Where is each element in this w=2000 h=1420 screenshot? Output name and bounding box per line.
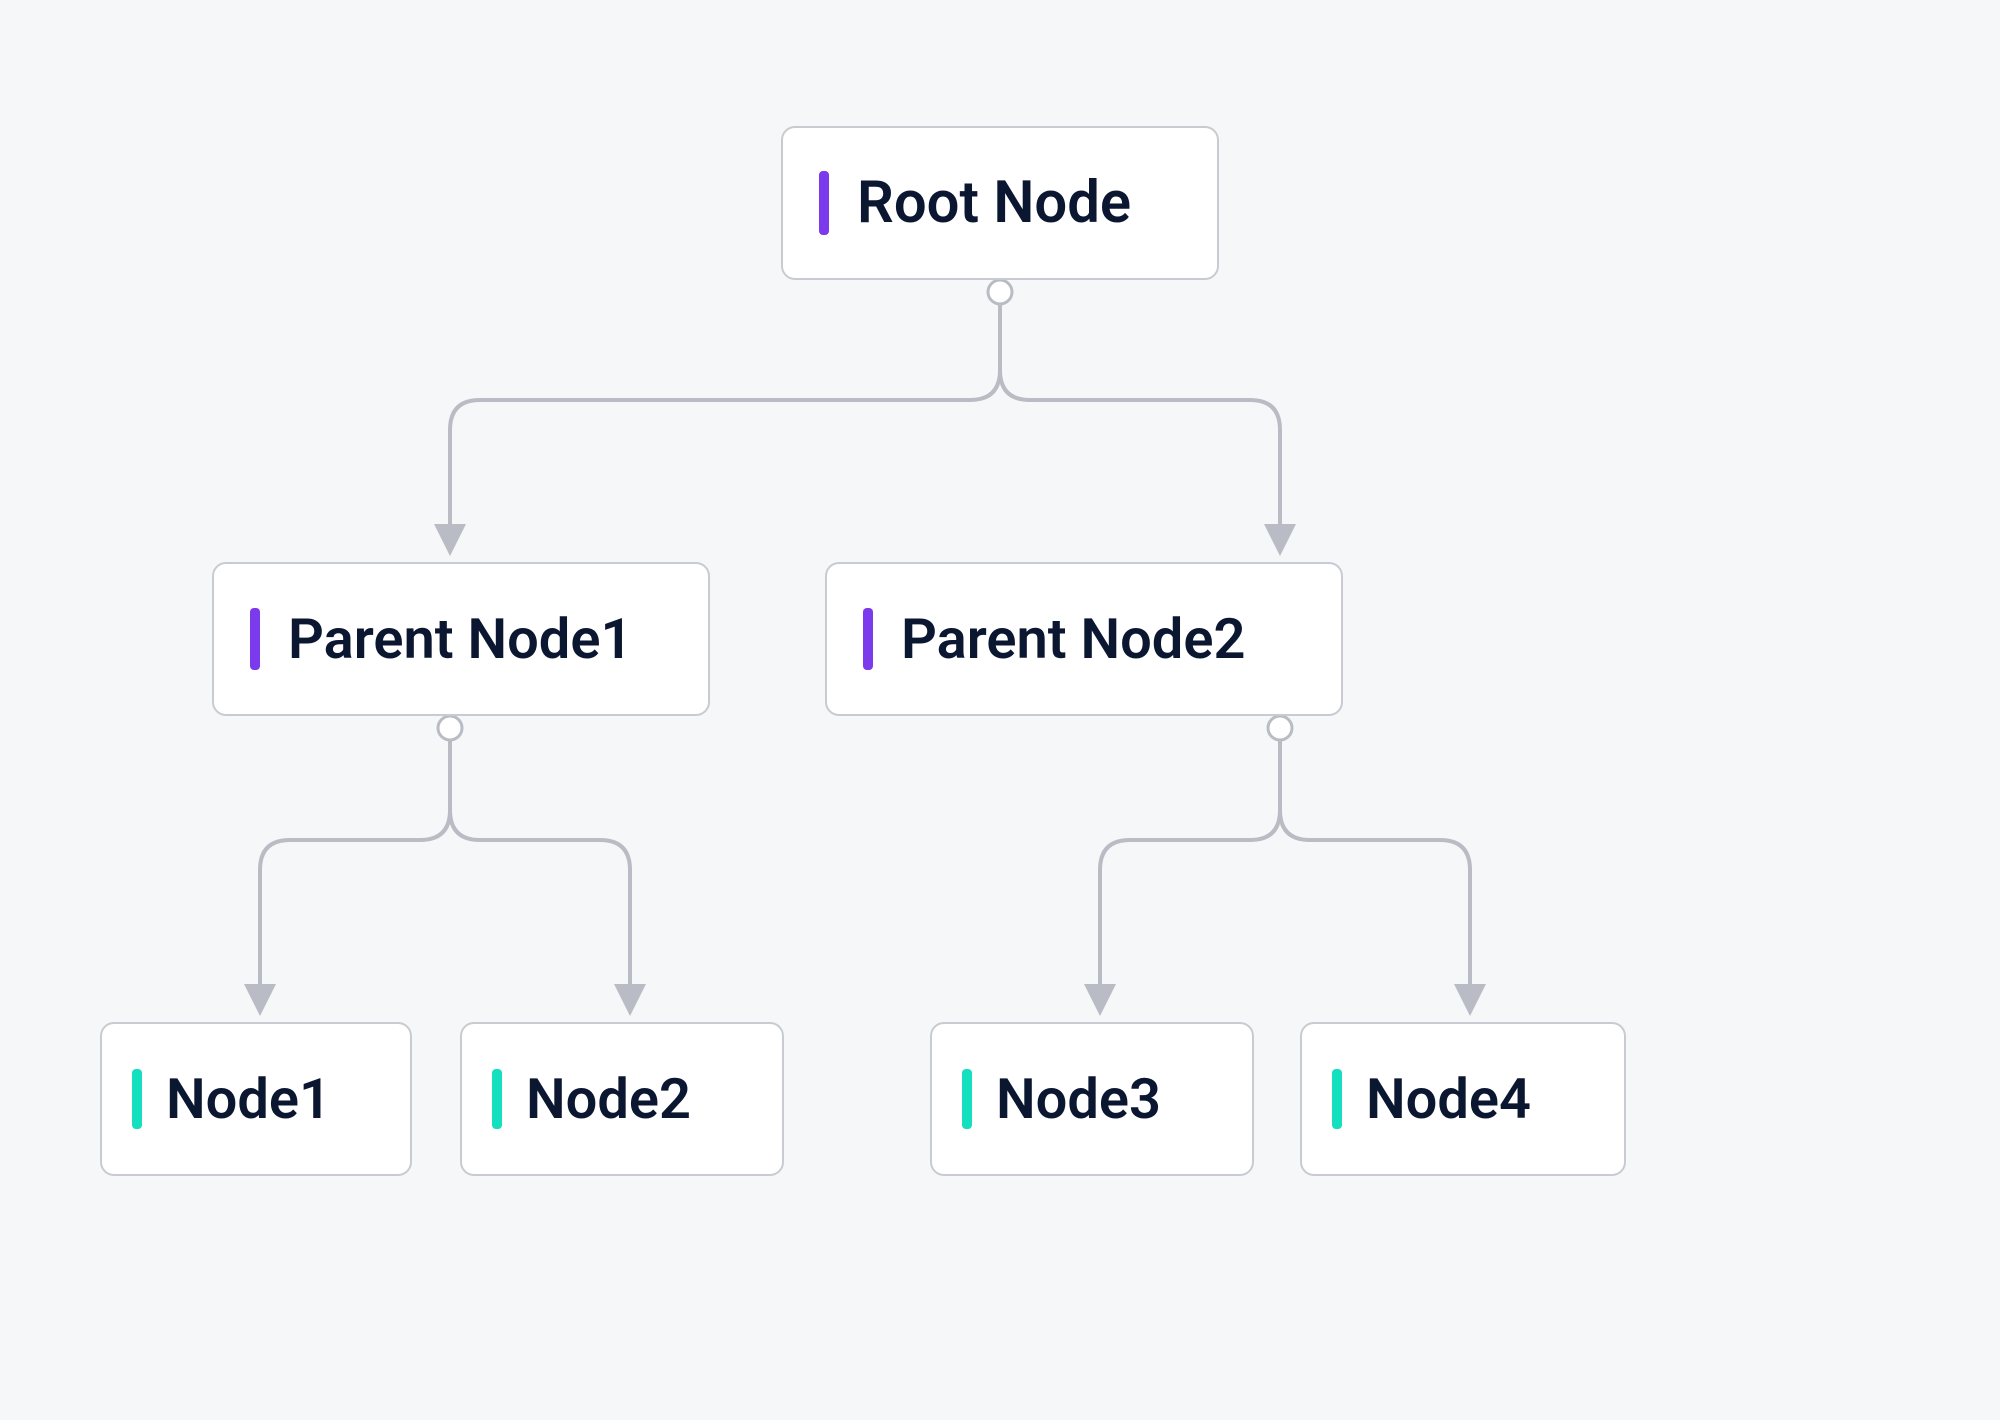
node-label: Node2 bbox=[526, 1066, 691, 1132]
node-label: Node4 bbox=[1366, 1066, 1531, 1132]
leaf-node-4: Node4 bbox=[1300, 1022, 1626, 1176]
parent-node-1: Parent Node1 bbox=[212, 562, 710, 716]
node-label: Node1 bbox=[166, 1066, 331, 1132]
accent-bar bbox=[1332, 1069, 1342, 1129]
accent-bar bbox=[863, 608, 873, 670]
accent-bar bbox=[492, 1069, 502, 1129]
accent-bar bbox=[250, 608, 260, 670]
tree-diagram: Root Node Parent Node1 Parent Node2 Node… bbox=[0, 0, 2000, 1420]
leaf-node-3: Node3 bbox=[930, 1022, 1254, 1176]
root-node: Root Node bbox=[781, 126, 1219, 280]
node-label: Root Node bbox=[857, 169, 1131, 237]
accent-bar bbox=[132, 1069, 142, 1129]
leaf-node-2: Node2 bbox=[460, 1022, 784, 1176]
leaf-node-1: Node1 bbox=[100, 1022, 412, 1176]
node-label: Parent Node1 bbox=[288, 606, 632, 672]
accent-bar bbox=[819, 171, 829, 235]
node-label: Parent Node2 bbox=[901, 606, 1245, 672]
accent-bar bbox=[962, 1069, 972, 1129]
node-label: Node3 bbox=[996, 1066, 1161, 1132]
parent-node-2: Parent Node2 bbox=[825, 562, 1343, 716]
